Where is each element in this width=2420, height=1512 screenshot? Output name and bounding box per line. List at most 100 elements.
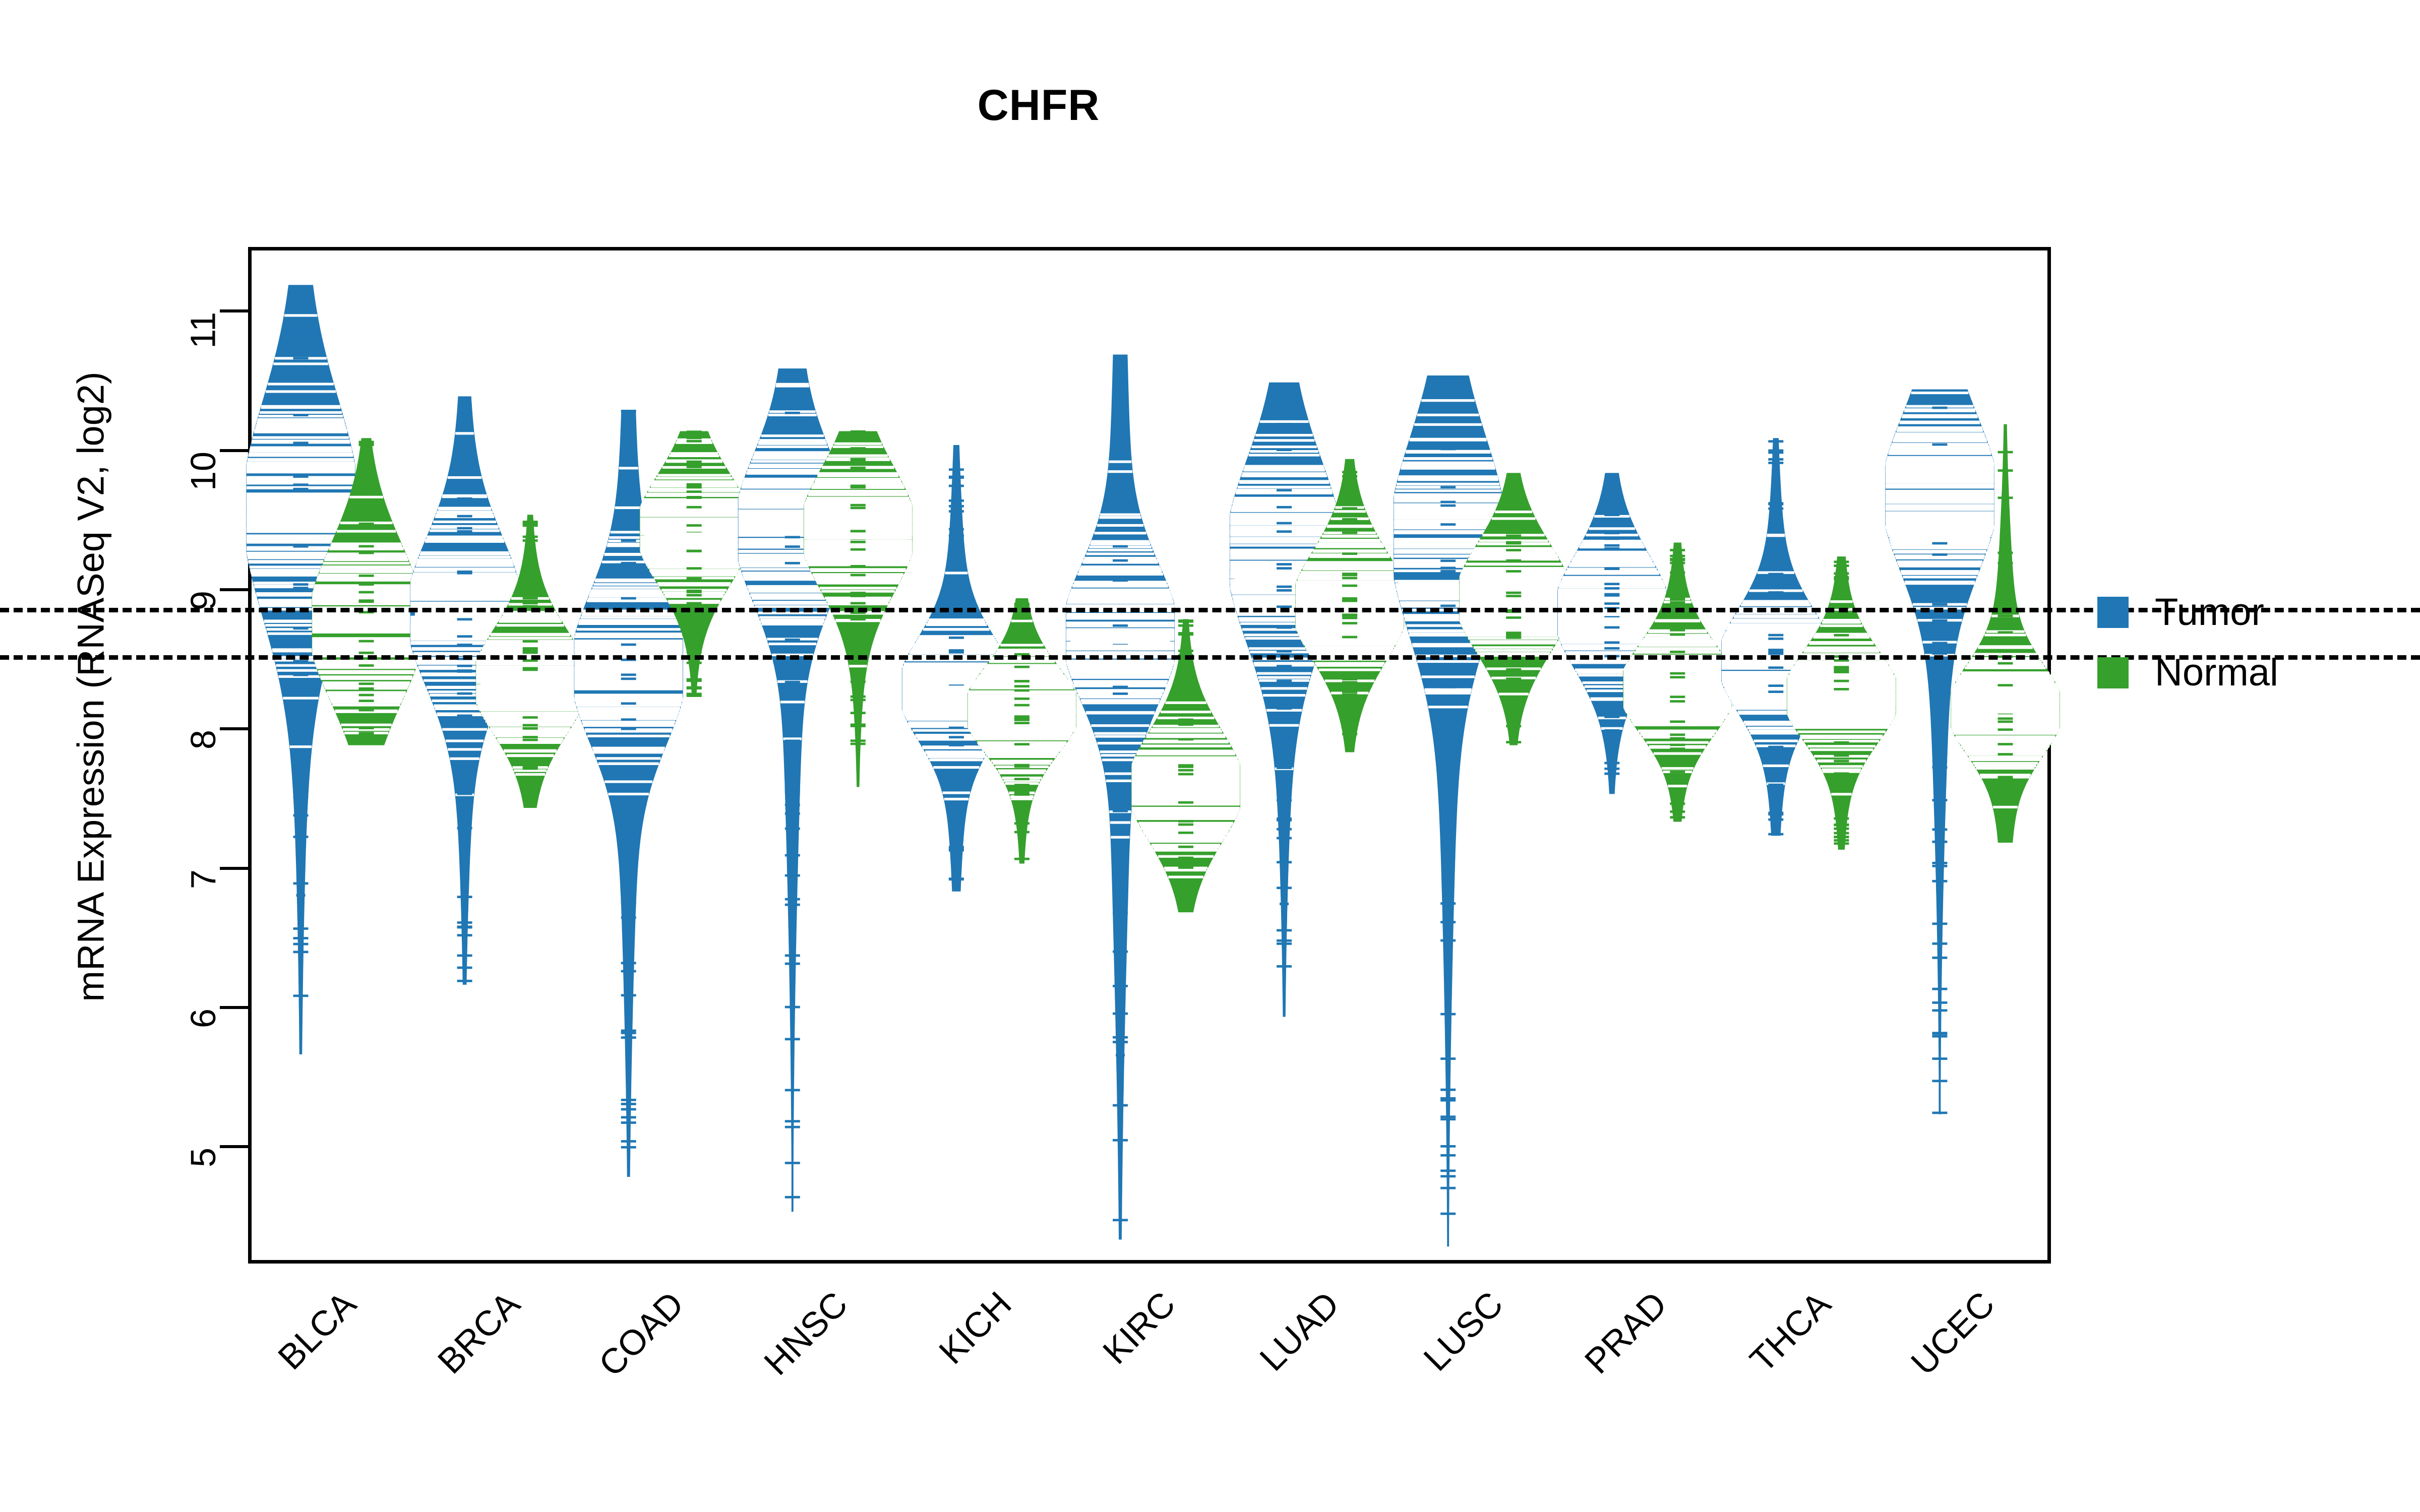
outlier-strip bbox=[1834, 836, 1849, 839]
outlier-strip bbox=[1932, 766, 1948, 769]
sample-strip bbox=[1105, 772, 1136, 775]
sample-strip bbox=[971, 732, 1073, 735]
outlier-strip bbox=[1604, 707, 1620, 710]
outlier-strip bbox=[457, 412, 472, 415]
outlier-strip bbox=[621, 856, 636, 859]
sample-strip bbox=[1295, 589, 1404, 592]
sample-strip bbox=[1886, 496, 1994, 499]
outlier-strip bbox=[1113, 397, 1128, 400]
outlier-strip bbox=[784, 785, 800, 787]
outlier-strip bbox=[522, 535, 538, 538]
sample-strip bbox=[1897, 426, 1982, 429]
outlier-strip bbox=[522, 659, 538, 662]
sample-strip bbox=[314, 659, 418, 663]
sample-strip bbox=[653, 480, 735, 483]
outlier-strip bbox=[1113, 435, 1128, 438]
legend-item[interactable]: Normal bbox=[2097, 643, 2278, 703]
outlier-strip bbox=[850, 739, 866, 742]
outlier-strip bbox=[1998, 743, 2013, 745]
outlier-strip bbox=[1440, 448, 1456, 451]
sample-strip bbox=[1933, 792, 1946, 795]
outlier-strip bbox=[1113, 912, 1128, 915]
outlier-strip bbox=[1604, 626, 1620, 629]
sample-strip bbox=[1417, 413, 1479, 416]
outlier-strip bbox=[850, 541, 866, 543]
sample-strip bbox=[476, 690, 584, 694]
outlier-strip bbox=[293, 487, 309, 490]
outlier-strip bbox=[621, 1036, 636, 1039]
sample-strip bbox=[438, 507, 491, 510]
sample-strip bbox=[1094, 532, 1146, 535]
sample-strip bbox=[640, 543, 749, 546]
outlier-strip bbox=[522, 727, 538, 730]
sample-strip bbox=[418, 556, 511, 559]
y-tick-label: 7 bbox=[184, 869, 223, 889]
sample-strip bbox=[1794, 663, 1889, 666]
sample-strip bbox=[1901, 571, 1979, 574]
y-tick-label: 10 bbox=[184, 451, 223, 491]
outlier-strip bbox=[621, 771, 636, 774]
sample-strip bbox=[1963, 747, 2048, 750]
sample-strip bbox=[810, 568, 906, 571]
outlier-strip bbox=[1014, 635, 1030, 638]
outlier-strip bbox=[1342, 573, 1358, 575]
outlier-strip bbox=[784, 638, 800, 641]
y-tick-mark bbox=[220, 866, 248, 870]
sample-strip bbox=[585, 730, 672, 733]
outlier-strip bbox=[293, 352, 309, 355]
sample-strip bbox=[1562, 578, 1662, 581]
sample-strip bbox=[917, 639, 996, 642]
outlier-strip bbox=[948, 614, 964, 616]
outlier-strip bbox=[1998, 662, 2013, 665]
sample-strip bbox=[1112, 390, 1128, 393]
outlier-strip bbox=[1113, 579, 1128, 582]
outlier-strip bbox=[1768, 591, 1784, 594]
outlier-strip bbox=[784, 707, 800, 710]
outlier-strip bbox=[358, 536, 374, 538]
sample-strip bbox=[804, 525, 913, 528]
legend-item[interactable]: Tumor bbox=[2097, 582, 2278, 643]
sample-strip bbox=[445, 739, 484, 742]
sample-strip bbox=[1154, 849, 1218, 852]
outlier-strip bbox=[1113, 890, 1128, 893]
sample-strip bbox=[1763, 764, 1789, 767]
sample-strip bbox=[1134, 758, 1238, 761]
outlier-strip bbox=[621, 561, 636, 564]
sample-strip bbox=[295, 828, 307, 831]
outlier-strip bbox=[1113, 950, 1128, 953]
outlier-strip bbox=[948, 544, 964, 547]
outlier-strip bbox=[1178, 619, 1193, 622]
sample-strip bbox=[926, 623, 987, 626]
outlier-strip bbox=[1998, 561, 2013, 564]
sample-strip bbox=[482, 713, 579, 717]
outlier-strip bbox=[1768, 573, 1784, 576]
outlier-strip bbox=[850, 592, 866, 595]
outlier-strip bbox=[1440, 428, 1456, 431]
outlier-strip bbox=[1277, 563, 1292, 565]
outlier-strip bbox=[1604, 737, 1620, 740]
sample-strip bbox=[507, 754, 554, 758]
outlier-strip bbox=[1014, 765, 1030, 768]
y-tick-label: 6 bbox=[184, 1008, 223, 1028]
sample-strip bbox=[268, 383, 334, 386]
outlier-strip bbox=[1932, 626, 1948, 629]
sample-strip bbox=[312, 596, 420, 599]
sample-strip bbox=[1277, 790, 1292, 793]
outlier-strip bbox=[1178, 820, 1193, 823]
outlier-strip bbox=[1670, 676, 1685, 679]
outlier-strip bbox=[457, 921, 472, 924]
sample-strip bbox=[754, 451, 830, 454]
sample-strip bbox=[624, 976, 634, 979]
reference-line bbox=[0, 655, 2420, 660]
outlier-strip bbox=[850, 602, 866, 605]
outlier-strip bbox=[1277, 530, 1292, 533]
outlier-strip bbox=[1834, 679, 1849, 682]
outlier-strip bbox=[1506, 541, 1522, 544]
x-tick-label: LUSC bbox=[1416, 1284, 1511, 1378]
sample-strip bbox=[312, 627, 420, 631]
outlier-strip bbox=[850, 712, 866, 714]
median-line bbox=[1955, 706, 2055, 714]
outlier-strip bbox=[1932, 652, 1948, 655]
outlier-strip bbox=[1277, 423, 1292, 425]
sample-strip bbox=[1464, 628, 1564, 632]
